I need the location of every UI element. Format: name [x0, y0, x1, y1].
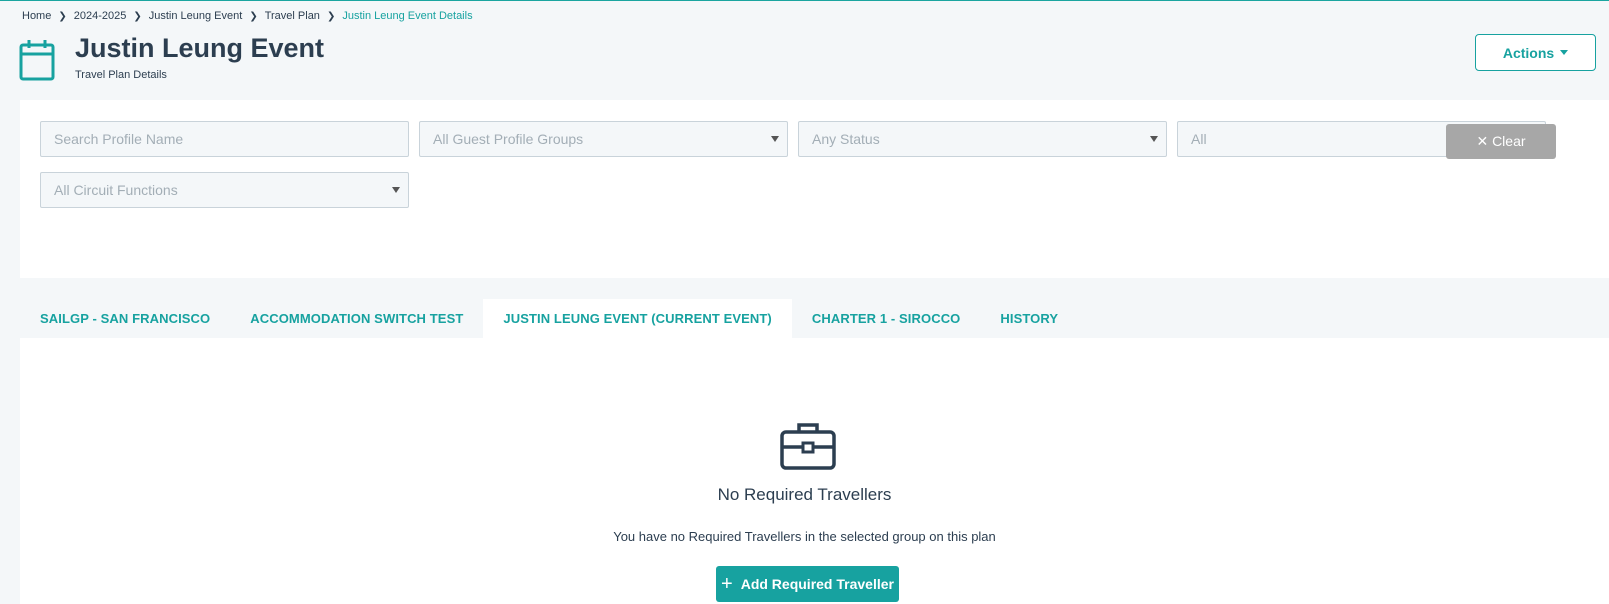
caret-down-icon: [1560, 50, 1569, 55]
actions-button[interactable]: Actions: [1475, 34, 1596, 71]
calendar-icon: [19, 40, 55, 81]
chevron-right-icon: ❯: [58, 10, 67, 22]
tab-bar: SAILGP - SAN FRANCISCO ACCOMMODATION SWI…: [20, 299, 1078, 338]
chevron-right-icon: ❯: [326, 10, 336, 22]
page-title: Justin Leung Event: [75, 33, 325, 63]
empty-state-title: No Required Travellers: [717, 485, 892, 504]
status-value: Any Status: [812, 131, 880, 147]
add-required-traveller-label: Add Required Traveller: [740, 576, 894, 592]
briefcase-icon: [780, 423, 836, 470]
tab-history[interactable]: HISTORY: [980, 299, 1078, 338]
tab-accommodation-switch-test[interactable]: ACCOMMODATION SWITCH TEST: [230, 299, 483, 338]
caret-down-icon: [1150, 136, 1158, 142]
chevron-right-icon: ❯: [249, 10, 258, 22]
actions-label: Actions: [1502, 44, 1555, 61]
breadcrumb-season[interactable]: 2024-2025: [74, 10, 127, 22]
filter-panel: All Guest Profile Groups Any Status All …: [20, 100, 1609, 278]
tab-justin-leung-event[interactable]: JUSTIN LEUNG EVENT (CURRENT EVENT): [483, 299, 792, 338]
clear-button[interactable]: ✕ Clear: [1446, 124, 1556, 159]
breadcrumb-home[interactable]: Home: [22, 10, 51, 22]
status-select[interactable]: Any Status: [798, 121, 1167, 157]
content-panel: [20, 338, 1609, 604]
tab-sailgp-san-francisco[interactable]: SAILGP - SAN FRANCISCO: [20, 299, 230, 338]
breadcrumb: Home ❯ 2024-2025 ❯ Justin Leung Event ❯ …: [22, 10, 473, 22]
breadcrumb-current: Justin Leung Event Details: [342, 10, 473, 22]
caret-down-icon: [771, 136, 779, 142]
breadcrumb-event[interactable]: Justin Leung Event: [149, 10, 243, 22]
chevron-right-icon: ❯: [133, 10, 142, 22]
plus-icon: +: [721, 573, 733, 595]
circuit-functions-select[interactable]: All Circuit Functions: [40, 172, 409, 208]
page-subtitle: Travel Plan Details: [75, 69, 167, 81]
circuit-functions-value: All Circuit Functions: [54, 182, 178, 198]
search-profile-input[interactable]: [40, 121, 409, 157]
empty-state-description: You have no Required Travellers in the s…: [613, 529, 996, 544]
guest-groups-value: All Guest Profile Groups: [433, 131, 584, 147]
add-required-traveller-button[interactable]: + Add Required Traveller: [716, 566, 899, 602]
breadcrumb-travel-plan[interactable]: Travel Plan: [265, 10, 320, 22]
all-value: All: [1191, 131, 1207, 147]
caret-down-icon: [392, 187, 400, 193]
clear-label: ✕ Clear: [1476, 133, 1526, 149]
tab-charter-1-sirocco[interactable]: CHARTER 1 - SIROCCO: [792, 299, 981, 338]
guest-groups-select[interactable]: All Guest Profile Groups: [419, 121, 788, 157]
